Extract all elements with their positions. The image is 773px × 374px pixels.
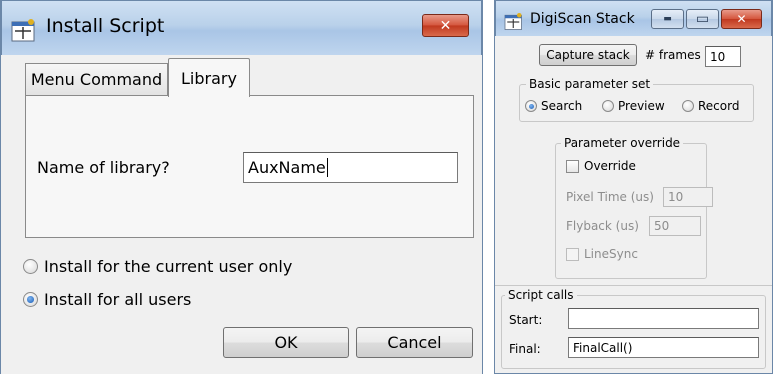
radio-record[interactable]: Record — [682, 99, 739, 113]
linesync-checkbox-row[interactable]: LineSync — [566, 247, 638, 261]
maximize-button[interactable]: ▭ — [686, 9, 719, 29]
capture-stack-button[interactable]: Capture stack — [539, 44, 637, 66]
flyback-label: Flyback (us) — [566, 219, 639, 233]
ok-button[interactable]: OK — [223, 327, 349, 358]
final-value: FinalCall() — [573, 340, 633, 355]
radio-search[interactable]: Search — [525, 99, 582, 113]
radio-all-users[interactable]: Install for all users — [23, 290, 191, 309]
pixel-time-value: 10 — [668, 190, 684, 204]
radio-record-label: Record — [698, 99, 740, 113]
install-close-button[interactable]: ✕ — [422, 14, 469, 37]
frames-value: 10 — [710, 49, 726, 64]
radio-search-label: Search — [541, 99, 583, 113]
flyback-input[interactable]: 50 — [649, 216, 701, 236]
override-checkbox-row[interactable]: Override — [566, 159, 636, 173]
final-input[interactable]: FinalCall() — [568, 337, 759, 358]
final-label: Final: — [509, 342, 541, 356]
radio-search-icon[interactable] — [525, 100, 537, 112]
ok-button-label: OK — [274, 333, 298, 352]
override-label: Override — [584, 159, 636, 173]
radio-all-users-icon[interactable] — [23, 292, 38, 307]
digiscan-title-bar[interactable]: DigiScan Stack ▬ ▭ ✕ — [495, 0, 772, 36]
linesync-label: LineSync — [584, 247, 638, 261]
tab-menu-command[interactable]: Menu Command — [25, 63, 168, 95]
tab-library[interactable]: Library — [168, 58, 250, 97]
start-input[interactable] — [568, 308, 759, 329]
parameter-override-group-title: Parameter override — [561, 136, 684, 150]
script-window-icon — [11, 19, 37, 47]
tab-menu-command-label: Menu Command — [30, 70, 163, 89]
pixel-time-label: Pixel Time (us) — [566, 190, 654, 204]
minimize-icon: ▬ — [663, 14, 672, 24]
close-icon: ✕ — [736, 12, 747, 26]
section-divider — [495, 285, 772, 286]
install-title-bar[interactable]: Install Script ✕ — [1, 0, 482, 55]
basic-parameter-group-title: Basic parameter set — [526, 77, 654, 91]
digiscan-body: Capture stack # frames 10 Basic paramete… — [495, 36, 772, 373]
cancel-button-label: Cancel — [387, 333, 442, 352]
capture-stack-label: Capture stack — [546, 48, 630, 62]
text-caret — [326, 158, 328, 177]
linesync-checkbox[interactable] — [566, 247, 579, 261]
flyback-value: 50 — [654, 219, 670, 233]
maximize-icon: ▭ — [695, 11, 710, 27]
library-tab-panel: Name of library? AuxName — [25, 95, 474, 238]
radio-all-users-label: Install for all users — [44, 290, 192, 309]
frames-label: # frames — [645, 48, 701, 62]
script-calls-group-title: Script calls — [505, 288, 577, 302]
tab-library-label: Library — [181, 68, 237, 88]
install-dialog-body: Menu Command Library Name of library? Au… — [1, 55, 482, 374]
radio-preview-icon[interactable] — [602, 100, 614, 112]
pixel-time-input[interactable]: 10 — [663, 187, 713, 207]
radio-preview-label: Preview — [618, 99, 665, 113]
library-name-value: AuxName — [248, 158, 326, 177]
cancel-button[interactable]: Cancel — [356, 327, 473, 358]
override-checkbox[interactable] — [566, 159, 579, 173]
radio-current-user-icon[interactable] — [23, 259, 38, 274]
close-icon: ✕ — [439, 17, 452, 34]
radio-record-icon[interactable] — [682, 100, 694, 112]
digiscan-window-title: DigiScan Stack — [530, 11, 635, 27]
install-dialog-title: Install Script — [46, 15, 165, 37]
script-window-icon — [504, 13, 524, 35]
install-script-dialog: Install Script ✕ Menu Command Library Na… — [0, 0, 483, 374]
radio-preview[interactable]: Preview — [602, 99, 665, 113]
start-label: Start: — [509, 313, 543, 327]
digiscan-close-button[interactable]: ✕ — [721, 9, 762, 29]
digiscan-stack-window: DigiScan Stack ▬ ▭ ✕ Capture stack # fra… — [494, 0, 773, 374]
library-name-input[interactable]: AuxName — [243, 152, 458, 183]
radio-current-user[interactable]: Install for the current user only — [23, 257, 292, 276]
frames-input[interactable]: 10 — [705, 46, 741, 67]
minimize-button[interactable]: ▬ — [651, 9, 684, 29]
library-name-label: Name of library? — [37, 158, 170, 177]
radio-current-user-label: Install for the current user only — [44, 257, 293, 276]
